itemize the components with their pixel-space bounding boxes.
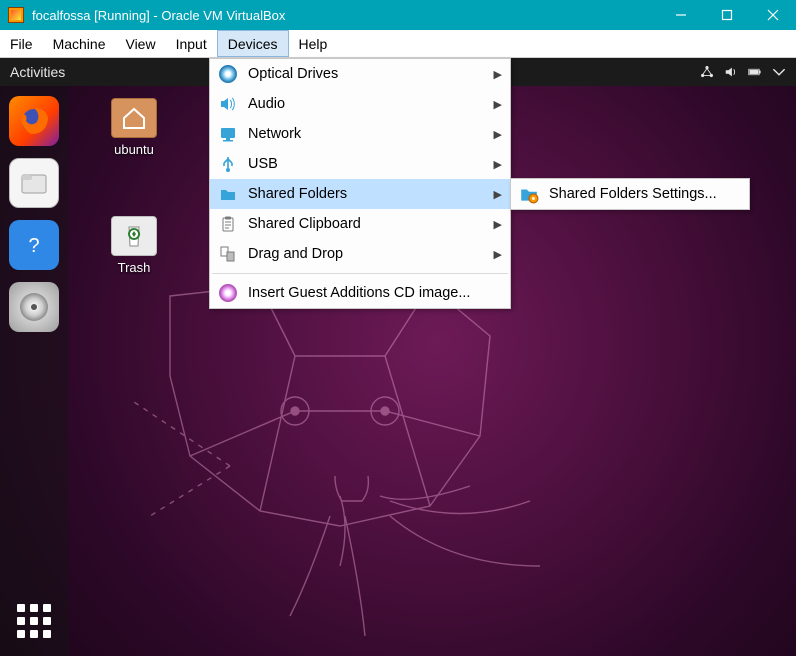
menuitem-label: USB: [248, 156, 494, 172]
volume-indicator-icon: [724, 65, 738, 79]
menuitem-label: Network: [248, 126, 494, 142]
files-icon: [17, 166, 51, 200]
desktop-icon-home[interactable]: ubuntu: [98, 98, 170, 157]
ubuntu-wallpaper-art: [130, 266, 690, 646]
dock-app-files[interactable]: [9, 158, 59, 208]
cd-icon: [218, 64, 238, 84]
menuitem-label: Shared Clipboard: [248, 216, 494, 232]
folder-settings-icon: [519, 184, 539, 204]
menu-separator: [212, 273, 508, 274]
network-indicator-icon: [700, 65, 714, 79]
menu-devices[interactable]: Devices: [217, 30, 289, 57]
submenu-arrow-icon: ▶: [494, 248, 502, 261]
menuitem-label: Drag and Drop: [248, 246, 494, 262]
firefox-icon: [17, 104, 51, 138]
menu-file[interactable]: File: [0, 30, 43, 57]
menu-machine[interactable]: Machine: [43, 30, 116, 57]
network-icon: [218, 124, 238, 144]
submenu-arrow-icon: ▶: [494, 68, 502, 81]
submenu-arrow-icon: ▶: [494, 128, 502, 141]
menuitem-audio[interactable]: Audio ▶: [210, 89, 510, 119]
cd-icon: [218, 283, 238, 303]
minimize-button[interactable]: [658, 0, 704, 30]
disc-icon: [17, 290, 51, 324]
dock-app-disc[interactable]: [9, 282, 59, 332]
gnome-dock: ?: [0, 86, 68, 656]
submenu-arrow-icon: ▶: [494, 218, 502, 231]
window-titlebar: focalfossa [Running] - Oracle VM Virtual…: [0, 0, 796, 30]
clipboard-icon: [218, 214, 238, 234]
menuitem-label: Optical Drives: [248, 66, 494, 82]
desktop-icon-trash-label: Trash: [98, 260, 170, 275]
drag-icon: [218, 244, 238, 264]
submenu-arrow-icon: ▶: [494, 158, 502, 171]
menuitem-shared-clipboard[interactable]: Shared Clipboard ▶: [210, 209, 510, 239]
desktop-icon-trash[interactable]: Trash: [98, 216, 170, 275]
menuitem-insert-guest-additions[interactable]: Insert Guest Additions CD image...: [210, 278, 510, 308]
menuitem-optical-drives[interactable]: Optical Drives ▶: [210, 59, 510, 89]
close-button[interactable]: [750, 0, 796, 30]
folder-icon: [218, 184, 238, 204]
menu-help[interactable]: Help: [289, 30, 338, 57]
battery-indicator-icon: [748, 65, 762, 79]
menuitem-drag-and-drop[interactable]: Drag and Drop ▶: [210, 239, 510, 269]
chevron-down-icon: [772, 65, 786, 79]
svg-text:?: ?: [28, 235, 39, 257]
dock-app-help[interactable]: ?: [9, 220, 59, 270]
usb-icon: [218, 154, 238, 174]
activities-button[interactable]: Activities: [10, 64, 65, 80]
shared-folders-submenu: Shared Folders Settings...: [510, 178, 750, 210]
menuitem-label: Shared Folders Settings...: [549, 186, 717, 202]
show-applications-button[interactable]: [17, 604, 51, 638]
audio-icon: [218, 94, 238, 114]
menuitem-shared-folders[interactable]: Shared Folders ▶: [210, 179, 510, 209]
devices-dropdown: Optical Drives ▶ Audio ▶ Network ▶ USB ▶…: [209, 58, 511, 309]
desktop-icon-home-label: ubuntu: [98, 142, 170, 157]
submenu-arrow-icon: ▶: [494, 188, 502, 201]
window-title: focalfossa [Running] - Oracle VM Virtual…: [32, 8, 658, 23]
virtualbox-menubar: File Machine View Input Devices Help: [0, 30, 796, 58]
menuitem-shared-folders-settings[interactable]: Shared Folders Settings...: [511, 179, 749, 209]
submenu-arrow-icon: ▶: [494, 98, 502, 111]
home-folder-icon: [111, 98, 157, 138]
menuitem-label: Shared Folders: [248, 186, 494, 202]
dock-app-firefox[interactable]: [9, 96, 59, 146]
menuitem-usb[interactable]: USB ▶: [210, 149, 510, 179]
menuitem-label: Insert Guest Additions CD image...: [248, 285, 502, 301]
menuitem-network[interactable]: Network ▶: [210, 119, 510, 149]
virtualbox-icon: [8, 7, 24, 23]
trash-icon: [111, 216, 157, 256]
menuitem-label: Audio: [248, 96, 494, 112]
menu-view[interactable]: View: [115, 30, 165, 57]
system-tray[interactable]: [700, 65, 786, 79]
maximize-button[interactable]: [704, 0, 750, 30]
menu-input[interactable]: Input: [166, 30, 217, 57]
help-icon: ?: [19, 230, 49, 260]
